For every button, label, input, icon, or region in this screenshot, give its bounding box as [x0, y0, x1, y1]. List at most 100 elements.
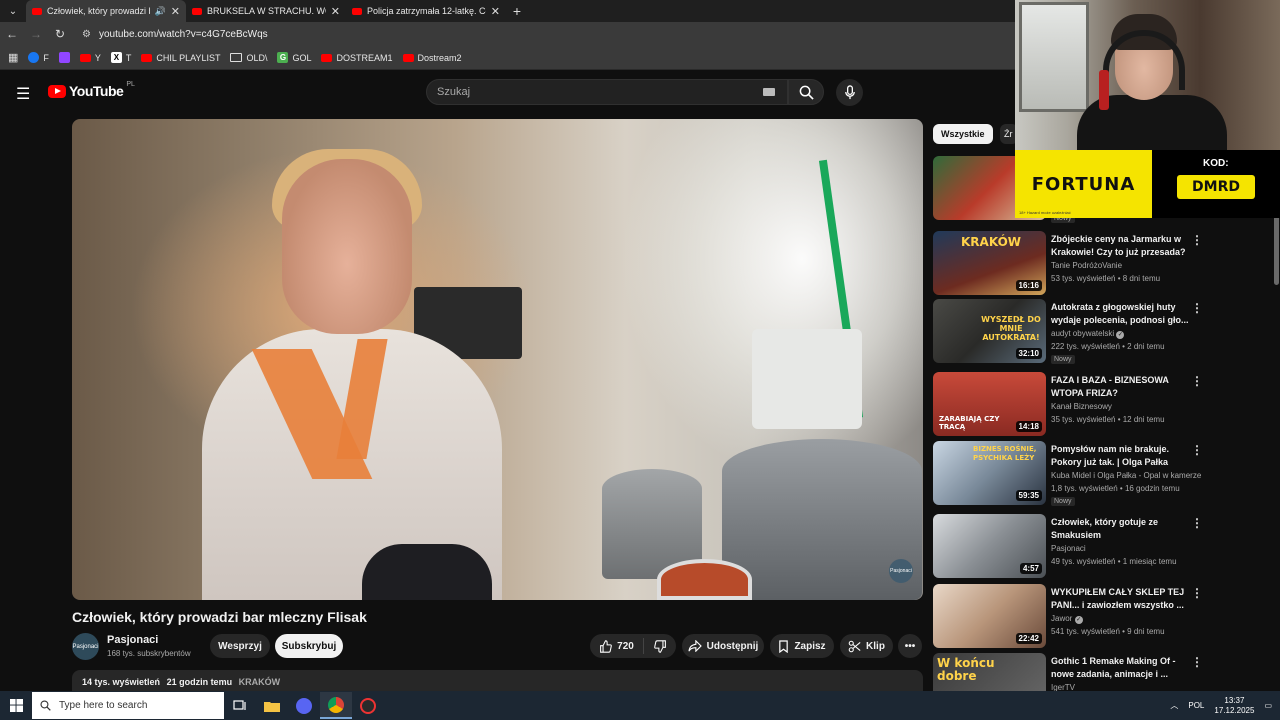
close-tab-icon[interactable]: ✕	[491, 5, 500, 18]
like-button[interactable]: 720	[590, 638, 644, 654]
recommendation-item[interactable]: 22:42 WYKUPIŁEM CAŁY SKLEP TEJ PANI... i…	[933, 584, 1263, 648]
start-button[interactable]	[0, 699, 32, 712]
share-button[interactable]: Udostępnij	[682, 634, 764, 658]
url-text: youtube.com/watch?v=c4G7ceBcWqs	[98, 28, 268, 40]
video-player[interactable]: Pasjonaci	[72, 119, 923, 600]
save-button[interactable]: Zapisz	[770, 634, 834, 658]
bookmark-t[interactable]: XT	[110, 52, 131, 63]
search-button[interactable]	[788, 79, 824, 105]
bookmark-old[interactable]: OLD\	[230, 53, 267, 63]
youtube-icon	[79, 53, 91, 62]
video-frame-detail	[282, 159, 412, 334]
tab-title: BRUKSELA W STRACHU. WOJN	[207, 6, 326, 16]
recommendation-item[interactable]: KRAKÓW 16:16 Zbójeckie ceny na Jarmarku …	[933, 231, 1263, 295]
back-icon[interactable]: ←	[0, 27, 24, 41]
more-icon[interactable]: ⋮	[1191, 443, 1203, 457]
notification-icon[interactable]: ▭	[1264, 701, 1272, 710]
clock[interactable]: 13:37 17.12.2025	[1214, 696, 1254, 716]
subscribe-button[interactable]: Subskrybuj	[275, 634, 343, 658]
more-actions-button[interactable]: •••	[898, 634, 922, 658]
bookmark-y[interactable]: Y	[79, 53, 101, 63]
more-icon[interactable]: ⋮	[1191, 516, 1203, 530]
app-button[interactable]	[352, 692, 384, 719]
rec-title: Człowiek, który gotuje ze Smakusiem	[1051, 517, 1159, 540]
bookmark-twitch[interactable]	[58, 52, 70, 63]
app-icon	[360, 697, 376, 714]
apps-grid-icon[interactable]: ▦	[8, 51, 18, 64]
youtube-play-icon	[48, 84, 66, 98]
more-icon[interactable]: ⋮	[1191, 301, 1203, 315]
chrome-button[interactable]	[320, 692, 352, 719]
recommendation-item[interactable]: W końcu dobre Gothic 1 Remake Making Of …	[933, 653, 1263, 691]
speaker-icon[interactable]: 🔊	[155, 6, 166, 17]
more-icon[interactable]: ⋮	[1191, 233, 1203, 247]
subscriber-count: 168 tys. subskrybentów	[107, 649, 191, 658]
recommendation-item[interactable]: 4:57 Człowiek, który gotuje ze Smakusiem…	[933, 514, 1263, 578]
rec-title: Zbójeckie ceny na Jarmarku w Krakowie! C…	[1051, 234, 1186, 257]
taskbar-search-placeholder: Type here to search	[59, 700, 148, 711]
recommendation-item[interactable]: WYSZEDŁ DO MNIE AUTOKRATA! 32:10 Autokra…	[933, 299, 1263, 364]
dislike-button[interactable]	[644, 639, 676, 653]
promo-code: DMRD	[1177, 175, 1255, 199]
recommendation-item[interactable]: ZARABIAJĄ CZY TRACĄ 14:18 FAZA I BAZA - …	[933, 372, 1263, 436]
search-input[interactable]: Szukaj	[426, 79, 788, 105]
recommendation-item[interactable]: BIZNES ROŚNIE, PSYCHIKA LEŻY 59:35 Pomys…	[933, 441, 1263, 506]
youtube-favicon-icon	[192, 7, 202, 15]
channel-watermark[interactable]: Pasjonaci	[889, 559, 913, 583]
chip-all[interactable]: Wszystkie	[933, 124, 993, 144]
windows-icon	[9, 699, 23, 712]
tab-2[interactable]: BRUKSELA W STRACHU. WOJN ✕	[186, 0, 346, 22]
video-thumbnail: 22:42	[933, 584, 1046, 648]
reload-icon[interactable]: ↻	[48, 27, 72, 41]
task-view-button[interactable]	[224, 692, 256, 719]
channel-name[interactable]: Pasjonaci	[107, 634, 158, 646]
rec-meta: 53 tys. wyświetleń • 8 dni temu	[1051, 274, 1161, 283]
duration-badge: 22:42	[1015, 633, 1042, 644]
bookmark-dostream2[interactable]: Dostream2	[402, 52, 462, 63]
youtube-logo[interactable]: YouTube PL	[48, 81, 135, 99]
share-label: Udostępnij	[706, 640, 759, 652]
hashtag[interactable]: KRAKÓW	[239, 677, 281, 687]
clip-button[interactable]: Klip	[840, 634, 893, 658]
bookmark-gol[interactable]: G GOL	[277, 52, 311, 63]
sidebar-scrollbar[interactable]	[1274, 215, 1279, 285]
screen: ⌄ Człowiek, który prowadzi ba 🔊 ✕ BRUKSE…	[0, 0, 1280, 720]
youtube-icon	[141, 53, 153, 62]
thumbnail-text: BIZNES ROŚNIE, PSYCHIKA LEŻY	[973, 445, 1037, 462]
new-badge: Nowy	[1051, 355, 1075, 364]
site-info-icon[interactable]: ⚙	[82, 29, 91, 40]
more-icon[interactable]: ⋮	[1191, 655, 1203, 669]
more-icon[interactable]: ⋮	[1191, 374, 1203, 388]
taskbar-search-input[interactable]: Type here to search	[32, 692, 224, 719]
close-tab-icon[interactable]: ✕	[171, 5, 180, 18]
menu-icon[interactable]: ☰	[16, 84, 30, 104]
rec-meta: 1,8 tys. wyświetleń • 16 godzin temu	[1051, 484, 1180, 493]
tab-3[interactable]: Policja zatrzymała 12-latkę. Co ✕	[346, 0, 506, 22]
discord-button[interactable]	[288, 692, 320, 719]
chevron-up-icon[interactable]: ︿	[1170, 700, 1178, 711]
tab-active[interactable]: Człowiek, który prowadzi ba 🔊 ✕	[26, 0, 186, 22]
bookmark-dostream1[interactable]: DOSTREAM1	[321, 53, 393, 63]
keyboard-icon[interactable]	[763, 88, 775, 96]
verified-icon: ✓	[1116, 331, 1125, 339]
new-tab-icon[interactable]: +	[506, 0, 528, 22]
close-tab-icon[interactable]: ✕	[331, 5, 340, 18]
bookmark-chil-playlist[interactable]: CHIL PLAYLIST	[141, 53, 220, 63]
bookmark-label: GOL	[292, 52, 312, 63]
language-indicator[interactable]: POL	[1188, 701, 1204, 710]
channel-avatar[interactable]: Pasjonaci	[72, 633, 99, 660]
file-explorer-button[interactable]	[256, 692, 288, 719]
webcam-overlay	[1015, 0, 1280, 150]
more-icon[interactable]: ⋮	[1191, 586, 1203, 600]
bookmark-label: Dostream2	[417, 52, 462, 63]
thumbnail-text: WYSZEDŁ DO MNIE AUTOKRATA!	[981, 315, 1041, 342]
support-button[interactable]: Wesprzyj	[210, 634, 270, 658]
bookmark-f[interactable]: F	[28, 52, 49, 63]
tab-search-icon[interactable]: ⌄	[0, 0, 26, 22]
bookmark-label: F	[43, 52, 49, 63]
youtube-favicon-icon	[352, 7, 362, 15]
forward-icon[interactable]: →	[24, 27, 48, 41]
clip-label: Klip	[866, 640, 885, 652]
bookmark-icon	[779, 639, 789, 653]
voice-search-button[interactable]	[836, 79, 863, 106]
